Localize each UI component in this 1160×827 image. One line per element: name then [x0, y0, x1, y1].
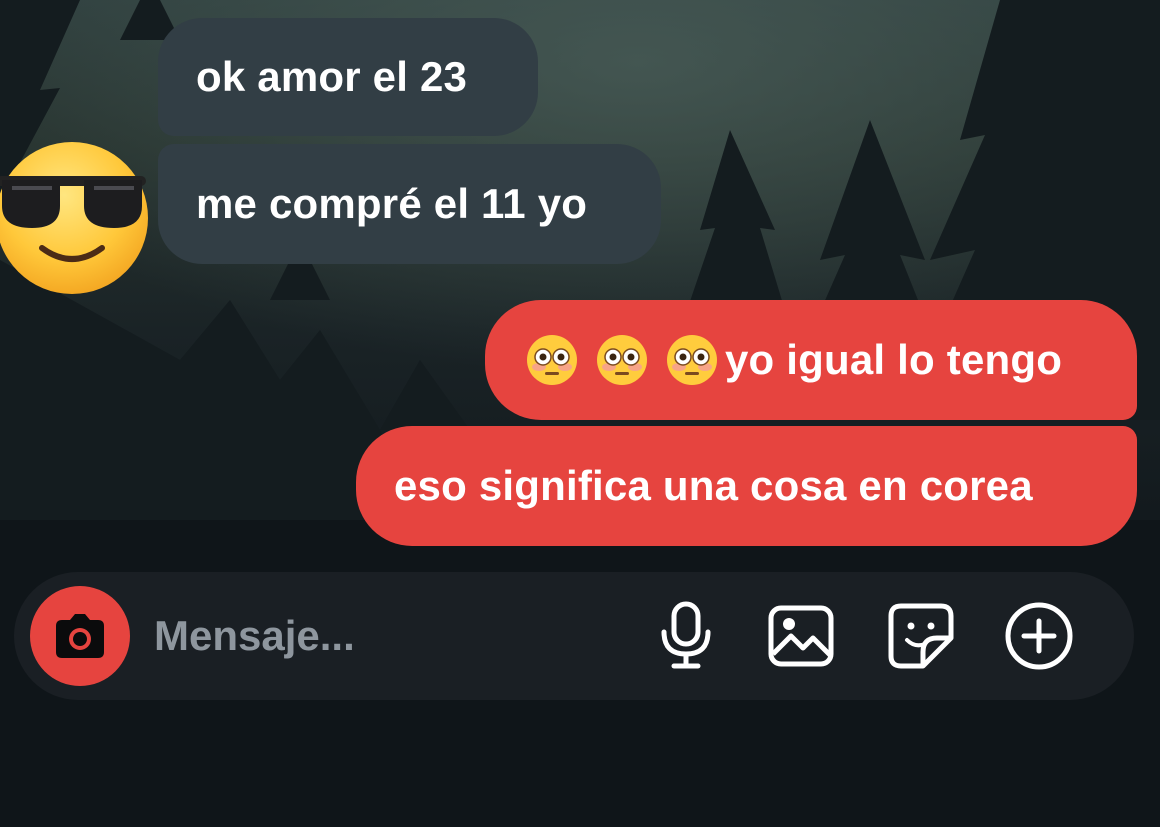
message-text: me compré el 11 yo: [196, 180, 588, 227]
sender-avatar-sunglasses-icon: [0, 142, 148, 294]
flushed-face-icon: [597, 335, 647, 385]
microphone-button[interactable]: [648, 598, 724, 674]
flushed-emoji-group: [525, 333, 725, 387]
gallery-button[interactable]: [763, 598, 839, 674]
flushed-face-icon: [667, 335, 717, 385]
sticker-icon: [888, 603, 954, 669]
plus-circle-icon: [1005, 602, 1073, 670]
outgoing-message-bubble[interactable]: eso significa una cosa en corea: [356, 426, 1137, 546]
flushed-face-icon: [527, 335, 577, 385]
microphone-icon: [661, 601, 711, 669]
message-input[interactable]: [154, 602, 614, 670]
message-composer: [14, 572, 1134, 700]
incoming-message-bubble[interactable]: ok amor el 23: [158, 18, 538, 136]
camera-icon: [56, 614, 104, 658]
plus-button[interactable]: [1001, 598, 1077, 674]
chat-screen: ok amor el 23 me compré el 11 yo yo igua…: [0, 0, 1160, 827]
sticker-button[interactable]: [883, 598, 959, 674]
incoming-message-bubble[interactable]: me compré el 11 yo: [158, 144, 661, 264]
camera-button[interactable]: [30, 586, 130, 686]
outgoing-message-bubble[interactable]: yo igual lo tengo: [485, 300, 1137, 420]
message-text: yo igual lo tengo: [725, 336, 1063, 383]
image-icon: [768, 605, 834, 667]
message-text: ok amor el 23: [196, 53, 468, 100]
message-text: eso significa una cosa en corea: [394, 462, 1033, 509]
